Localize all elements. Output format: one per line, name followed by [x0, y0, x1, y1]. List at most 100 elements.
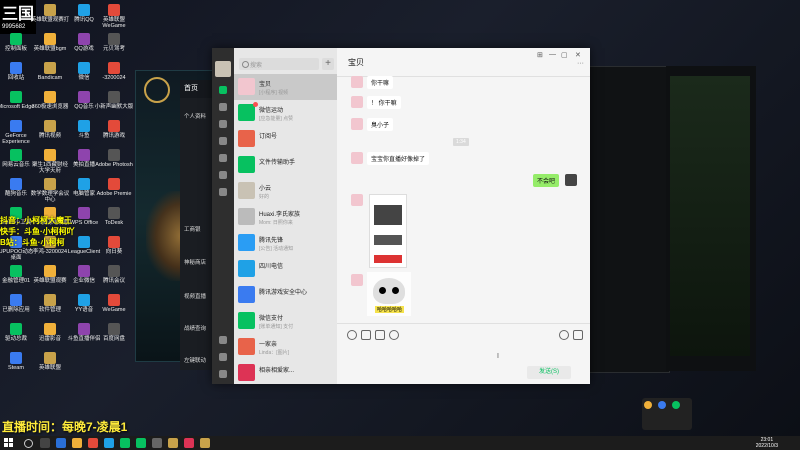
app-icon: [44, 91, 56, 103]
clock[interactable]: 23:01 2022/10/3: [756, 437, 778, 449]
chat-name: Huaxi.李氏家族: [259, 212, 301, 218]
search-icon[interactable]: [219, 188, 227, 196]
pin-button[interactable]: ⊞: [537, 51, 543, 59]
client-item[interactable]: 左键联动: [184, 356, 206, 364]
chat-avatar: [238, 338, 255, 355]
desktop-icon[interactable]: 腾讯游戏: [94, 120, 134, 139]
chat-list-item[interactable]: 腾讯游戏安全中心: [234, 282, 337, 308]
phone-icon[interactable]: [219, 353, 227, 361]
app-icon: [108, 149, 120, 161]
maximize-button[interactable]: ▢: [561, 51, 568, 59]
menu-icon[interactable]: [219, 370, 227, 378]
desktop-icon[interactable]: 英雄联盟WeGame: [94, 4, 134, 29]
desktop-icon[interactable]: ToDesk: [94, 207, 134, 226]
chat-list-item[interactable]: 腾讯先锋 [公告] 活动通知: [234, 230, 337, 256]
chat-list-item[interactable]: 一家亲 Linda：[图片]: [234, 334, 337, 360]
client-item[interactable]: 视频直播: [184, 292, 206, 300]
miniprogram-icon[interactable]: [219, 336, 227, 344]
desktop-icon[interactable]: 百度网盘: [94, 323, 134, 342]
send-button[interactable]: 发送(S): [527, 366, 571, 379]
tray-app-icon[interactable]: [644, 401, 652, 409]
chrome-icon[interactable]: [88, 438, 98, 448]
desktop-icon[interactable]: Adobe Photosh: [94, 149, 134, 168]
desktop-icon[interactable]: 向日葵: [94, 236, 134, 255]
client-item[interactable]: 个人资料: [184, 112, 206, 120]
contact-avatar[interactable]: [351, 118, 363, 130]
app-icon[interactable]: [184, 438, 194, 448]
chat-avatar: [238, 156, 255, 173]
qq-icon[interactable]: [104, 438, 114, 448]
moments-icon[interactable]: [219, 154, 227, 162]
add-button[interactable]: +: [322, 58, 334, 70]
message-bubble[interactable]: ！ 你干嘛: [367, 96, 401, 109]
client-item[interactable]: 工商银: [184, 225, 201, 233]
my-avatar[interactable]: [215, 61, 231, 77]
emoji-icon[interactable]: [347, 330, 357, 340]
broadcast-window[interactable]: [666, 66, 756, 371]
more-options-button[interactable]: ···: [577, 60, 584, 67]
league-icon[interactable]: [200, 438, 210, 448]
close-button[interactable]: ✕: [575, 51, 581, 59]
sticker-message[interactable]: 哈哈哈哈哈: [367, 272, 411, 316]
contact-avatar[interactable]: [351, 194, 363, 206]
explorer-icon[interactable]: [72, 438, 82, 448]
voice-call-icon[interactable]: [559, 330, 569, 340]
search-icon[interactable]: [24, 439, 33, 448]
scissors-icon[interactable]: [375, 330, 385, 340]
desktop-icon[interactable]: 腾讯会议: [94, 265, 134, 284]
chat-list-item[interactable]: 文件传输助手: [234, 152, 337, 178]
desktop-icon[interactable]: 小新声幽默大版: [94, 91, 134, 110]
contact-avatar[interactable]: [351, 152, 363, 164]
app-icon[interactable]: [152, 438, 162, 448]
contact-avatar[interactable]: [351, 96, 363, 108]
wechat-taskbar-icon[interactable]: [136, 438, 146, 448]
video-call-icon[interactable]: [573, 330, 583, 340]
contact-avatar[interactable]: [351, 274, 363, 286]
folder-icon[interactable]: [361, 330, 371, 340]
tray-app-icon[interactable]: [657, 401, 666, 409]
folder-icon[interactable]: [219, 137, 227, 145]
chat-preview: [公告] 活动通知: [259, 246, 294, 252]
edge-icon[interactable]: [56, 438, 66, 448]
image-message[interactable]: [369, 194, 407, 268]
chat-list-item[interactable]: 微信支付 [账单通知] 支付: [234, 308, 337, 334]
task-view-icon[interactable]: [40, 438, 50, 448]
search-input[interactable]: 搜索: [239, 58, 319, 70]
chat-list-item[interactable]: 微信运动 [应急能量] 点赞: [234, 100, 337, 126]
minimize-button[interactable]: —: [549, 51, 556, 58]
desktop-icon[interactable]: 元贝驾考: [94, 33, 134, 52]
chat-list-item[interactable]: 相亲相爱家...: [234, 360, 337, 384]
chat-history-icon[interactable]: [389, 330, 399, 340]
my-avatar[interactable]: [565, 174, 577, 186]
client-item[interactable]: 神秘商店: [184, 258, 206, 266]
live-schedule: 直播时间：每晚7-凌晨1: [2, 420, 128, 434]
desktop-icon-label: Adobe Photosh: [95, 162, 133, 168]
desktop-icon[interactable]: -3200024: [94, 62, 134, 81]
wechat-window: 搜索 + 宝贝 [小程序] 视频 微信运动 [应急能量] 点赞 订阅号 文件传输助手 小云好…: [212, 48, 590, 384]
tray-app-icon[interactable]: [671, 401, 680, 409]
message-bubble[interactable]: 你干嘛: [367, 76, 394, 89]
chat-list-item[interactable]: 订阅号: [234, 126, 337, 152]
message-bubble[interactable]: 宝宝你直播好像掉了: [367, 152, 430, 165]
client-item[interactable]: 战绩查询: [184, 324, 206, 332]
background-window[interactable]: [588, 66, 670, 373]
wechat-taskbar-icon[interactable]: [120, 438, 130, 448]
desktop-icon[interactable]: WeGame: [94, 294, 134, 313]
desktop-icon[interactable]: Adobe Premie: [94, 178, 134, 197]
chat-icon[interactable]: [219, 86, 227, 94]
windows-start-icon[interactable]: [4, 438, 14, 448]
message-bubble[interactable]: 臭小子: [367, 118, 394, 131]
chat-name: 腾讯游戏安全中心: [259, 290, 308, 296]
chat-list-item[interactable]: 四川电信: [234, 256, 337, 282]
favorites-icon[interactable]: [219, 120, 227, 128]
contacts-icon[interactable]: [219, 103, 227, 111]
desktop-icon[interactable]: 英雄联盟: [30, 352, 70, 371]
chat-list-item[interactable]: Huaxi.李氏家族 Mom: 日照你来: [234, 204, 337, 230]
contact-avatar[interactable]: [351, 76, 363, 88]
chat-list-item[interactable]: 宝贝 [小程序] 视频: [234, 74, 337, 100]
chat-list-item[interactable]: 小云 好的: [234, 178, 337, 204]
league-icon[interactable]: [168, 438, 178, 448]
message-bubble-me[interactable]: 不会吧: [533, 174, 560, 187]
channels-icon[interactable]: [219, 171, 227, 179]
app-icon: [78, 149, 90, 161]
